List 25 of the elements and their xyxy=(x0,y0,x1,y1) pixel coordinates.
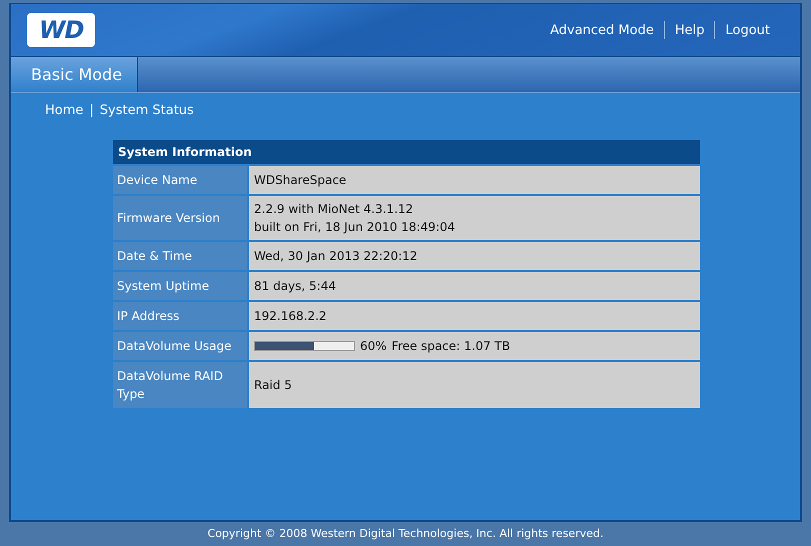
free-space: Free space: 1.07 TB xyxy=(392,338,510,355)
breadcrumb-link[interactable]: Home xyxy=(45,103,84,125)
copyright: Copyright © 2008 Western Digital Technologies, Inc. All rights reserved. xyxy=(206,526,604,540)
usage-percent: 60% xyxy=(360,338,387,355)
tab[interactable]: Basic Mode xyxy=(11,57,138,92)
logo: WD xyxy=(27,13,96,47)
header-link[interactable]: Logout xyxy=(715,22,780,38)
table-title: System Information xyxy=(113,140,700,166)
row-label: System Uptime xyxy=(113,272,249,300)
row-value: WDShareSpace xyxy=(249,166,700,194)
row-label: Device Name xyxy=(113,166,249,194)
breadcrumb-separator: | xyxy=(89,103,94,120)
header-link[interactable]: Help xyxy=(664,22,714,38)
row-label: Firmware Version xyxy=(113,196,249,240)
breadcrumb-link[interactable]: System Status xyxy=(100,103,194,125)
row-value: 81 days, 5:44 xyxy=(249,272,700,300)
row-label: DataVolume Usage xyxy=(113,332,249,360)
row-label: Date & Time xyxy=(113,242,249,270)
row-value: 192.168.2.2 xyxy=(249,302,700,330)
row-value: Wed, 30 Jan 2013 22:20:12 xyxy=(249,242,700,270)
row-value: 2.2.9 with MioNet 4.3.1.12 built on Fri, 18 Jun 2010 18:49:04 xyxy=(249,196,700,240)
row-label: IP Address xyxy=(113,302,249,330)
row-label: DataVolume RAID Type xyxy=(113,362,249,408)
header-link[interactable]: Advanced Mode xyxy=(540,22,664,38)
row-value: Raid 5 xyxy=(249,362,700,408)
